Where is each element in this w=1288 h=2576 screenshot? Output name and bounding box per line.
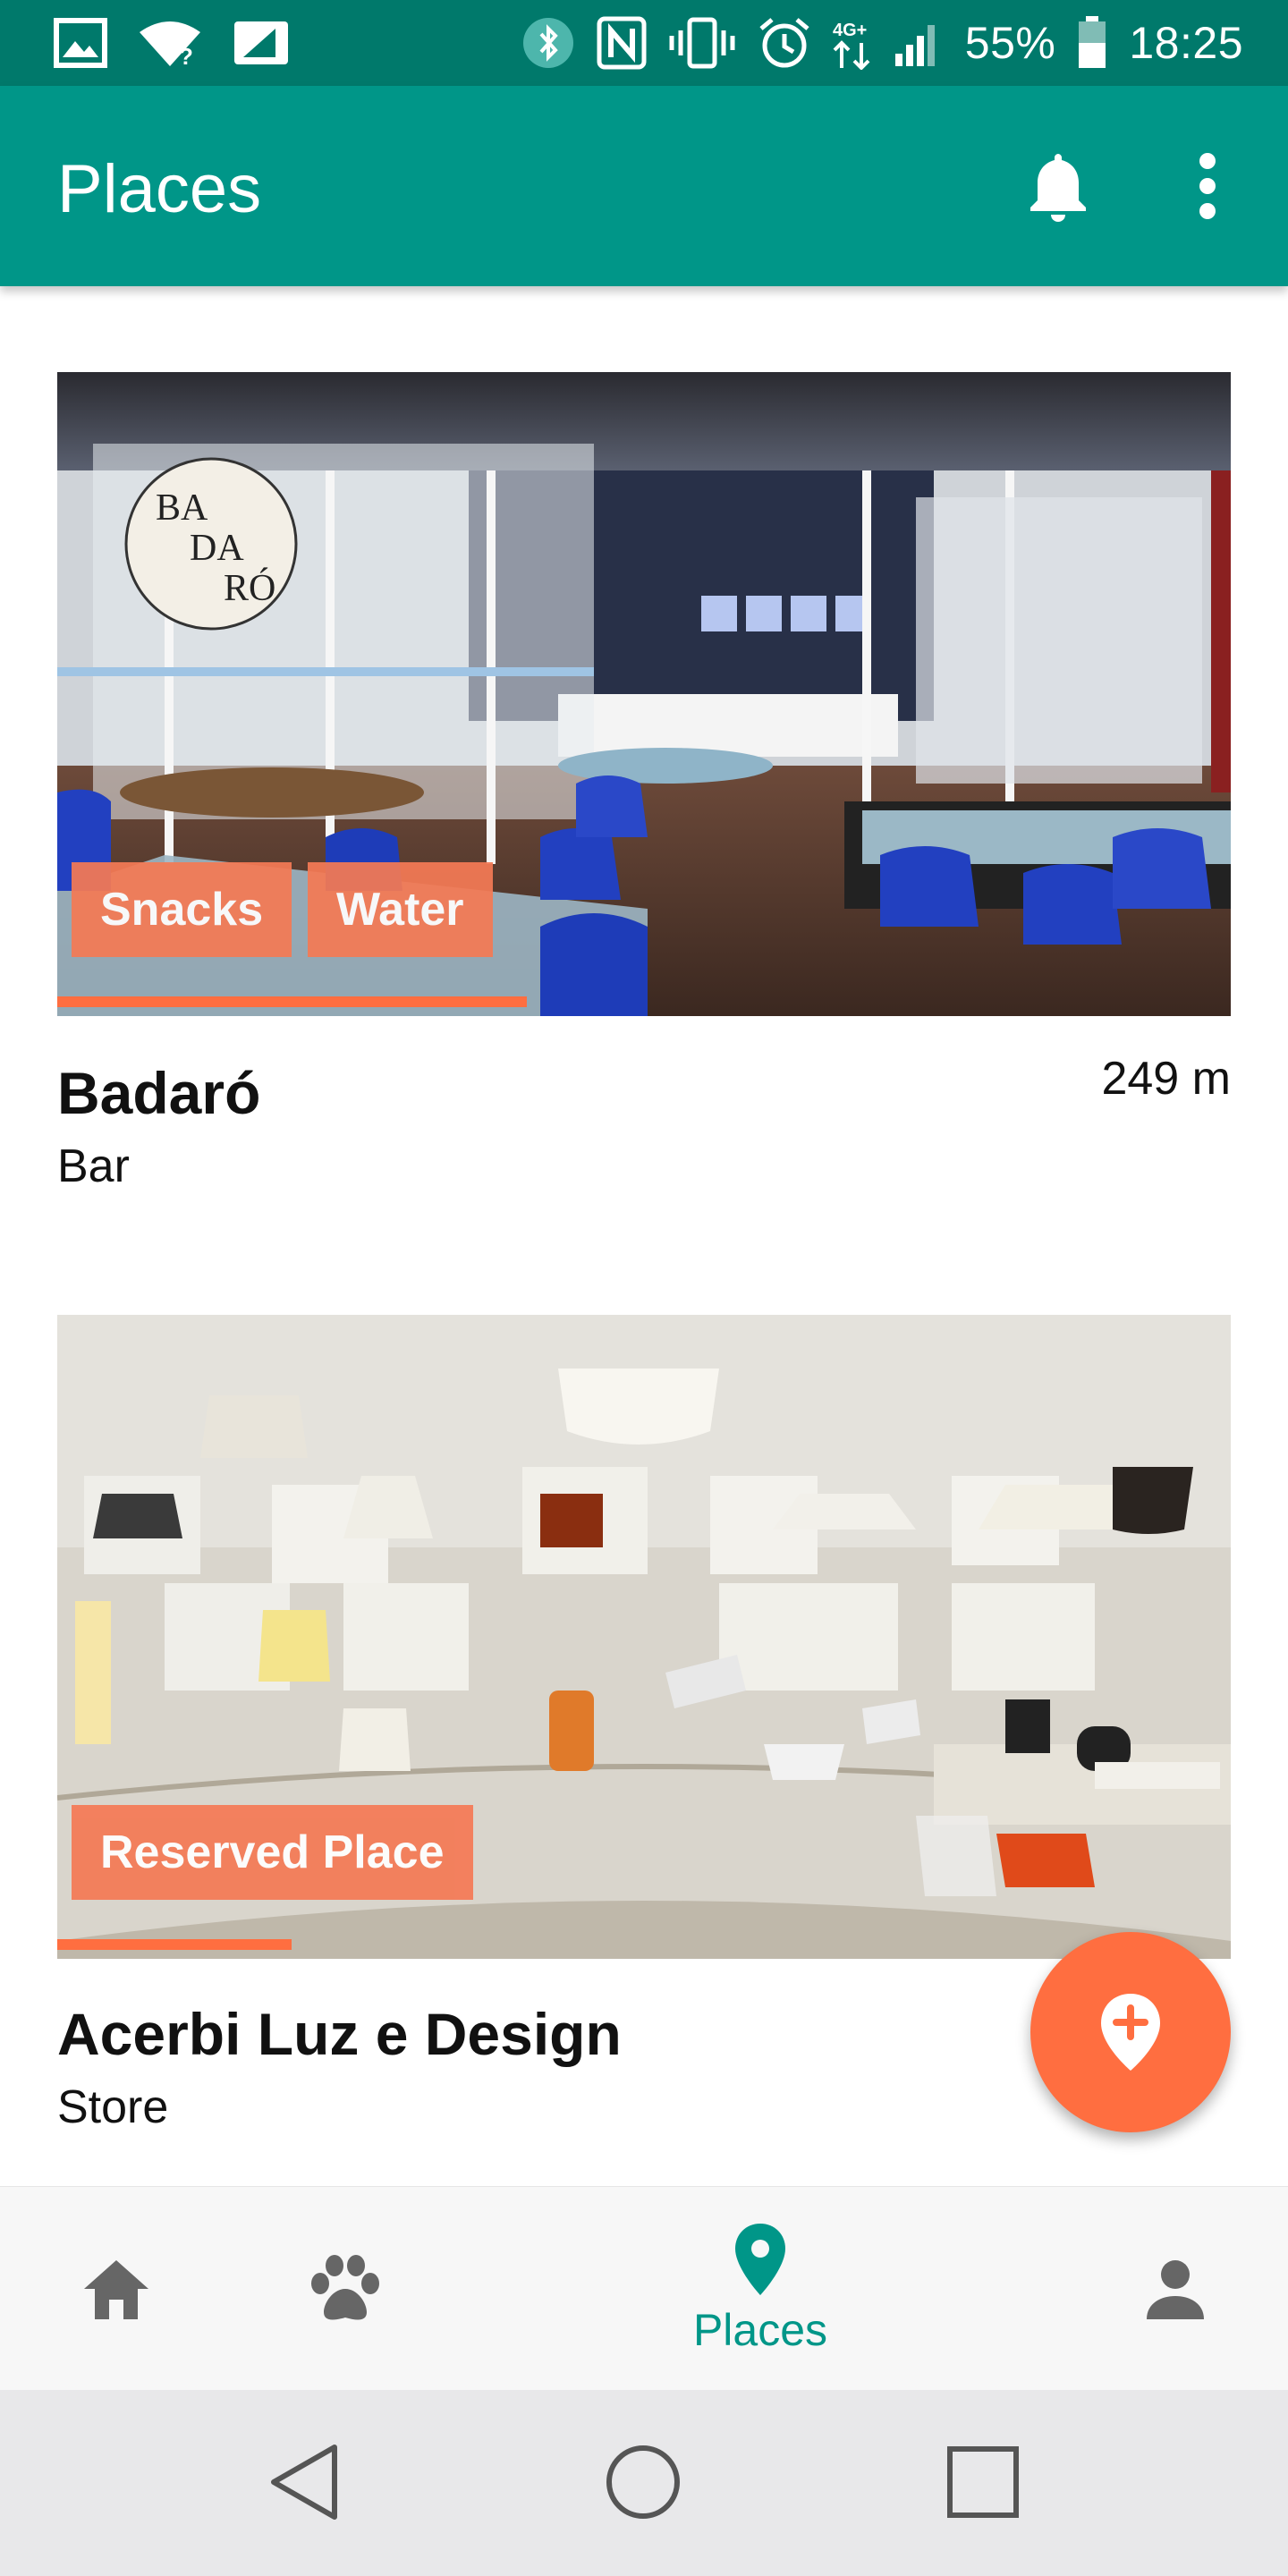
battery-icon [1079,16,1106,68]
sign-text-1: BA [156,487,208,529]
place-type: Store [57,2081,169,2133]
pets-icon [311,2255,379,2320]
home-circle-icon[interactable] [605,2444,682,2521]
nav-home[interactable] [54,2187,179,2391]
back-icon[interactable] [267,2442,342,2522]
clock: 18:25 [1129,18,1243,68]
place-distance: 249 m [1101,1053,1231,1105]
gallery-notification-icon [54,18,107,68]
notifications-icon[interactable] [1027,148,1089,224]
app-bar: Places [0,86,1288,286]
nav-places-label: Places [692,2305,828,2355]
place-progress [57,1939,292,1950]
nfc-icon [597,16,647,70]
system-navigation-bar [0,2390,1288,2576]
wifi-icon: ? [140,21,200,68]
vibrate-icon [669,17,735,69]
nav-profile[interactable] [1113,2187,1238,2391]
tag-reserved-place: Reserved Place [72,1805,473,1900]
add-location-icon [1101,1994,1160,2071]
nav-pets[interactable] [283,2187,408,2391]
nav-places[interactable]: Places [653,2187,868,2391]
place-icon [735,2224,785,2295]
place-name: Badaró [57,1060,261,1126]
svg-text:?: ? [179,43,193,68]
add-place-button[interactable] [1030,1932,1231,2132]
place-photo[interactable]: Reserved Place [57,1315,1231,1959]
bluetooth-icon [522,18,573,68]
more-vert-icon[interactable] [1179,148,1236,224]
status-bar: ? 4G+ 55% 18:25 [0,0,1288,86]
battery-percentage: 55% [964,18,1056,68]
place-name: Acerbi Luz e Design [57,2001,622,2067]
place-type: Bar [57,1140,130,1192]
place-progress [57,996,527,1007]
alarm-icon [759,18,809,68]
bottom-navigation: Places [0,2186,1288,2391]
recents-icon[interactable] [946,2445,1020,2519]
home-icon [84,2260,148,2319]
sign-text-2: DA [190,528,244,569]
mobile-data-icon: 4G+ [833,21,870,70]
page-title: Places [57,151,262,227]
place-photo[interactable]: BA DA RÓ Snacks Water [57,372,1231,1016]
person-icon [1147,2260,1204,2319]
signal-icon [894,25,935,66]
tag-water: Water [308,862,493,957]
sign-text-3: RÓ [224,567,275,609]
sim-notification-icon [234,21,288,64]
svg-text:4G+: 4G+ [833,21,867,40]
tag-snacks: Snacks [72,862,292,957]
place-card[interactable]: BA DA RÓ Snacks Water Badaró 249 m Bar [57,372,1231,1195]
